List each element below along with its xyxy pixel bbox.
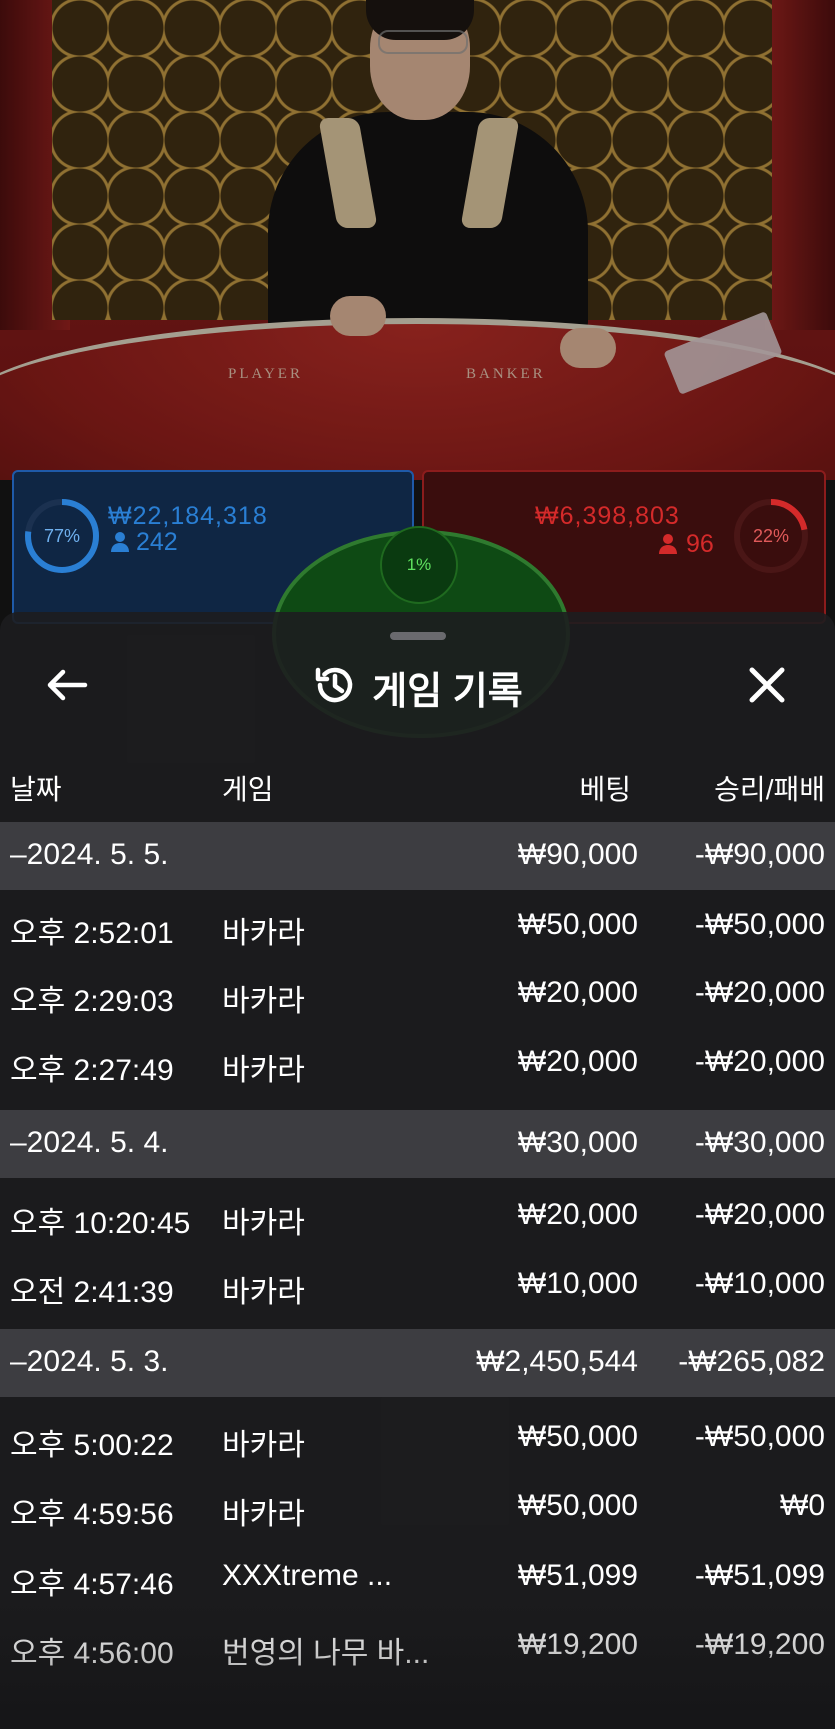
tie-percent: 1% [380,526,458,604]
row-bet: ₩10,000 [517,1267,638,1300]
row-date: –2024. 5. 5. [10,838,169,871]
close-icon [747,665,787,710]
player-user-icon [110,531,130,558]
row-bet: ₩50,000 [517,1489,638,1522]
date-group-row[interactable]: –2024. 5. 5. ₩90,000 -₩90,000 [0,822,835,890]
row-date: –2024. 5. 3. [10,1345,169,1378]
row-game: XXXtreme ... [222,1559,393,1592]
row-bet: ₩50,000 [517,908,638,941]
history-clock-icon [312,662,358,713]
live-video-feed: PLAYER BANKER [0,0,835,480]
row-result: -₩20,000 [694,1045,825,1078]
row-date: 오후 4:56:00 [10,1637,174,1670]
row-date: 오후 2:52:01 [10,917,174,950]
row-bet: ₩50,000 [517,1420,638,1453]
row-result: -₩50,000 [694,1420,825,1453]
row-result: -₩20,000 [694,1198,825,1231]
column-result: 승리/패배 [714,774,825,805]
history-row: 오후 4:56:00 번영의 나무 바... ₩19,200 -₩19,200 [0,1612,835,1680]
row-date: 오후 4:59:56 [10,1498,174,1531]
row-game: 바카라 [222,1207,305,1240]
row-bet: ₩20,000 [517,976,638,1009]
history-row: 오전 2:41:39 바카라 ₩10,000 -₩10,000 [0,1251,835,1319]
history-row: 오후 10:20:45 바카라 ₩20,000 -₩20,000 [0,1182,835,1250]
date-group-row[interactable]: –2024. 5. 3. ₩2,450,544 -₩265,082 [0,1329,835,1397]
history-row: 오후 5:00:22 바카라 ₩50,000 -₩50,000 [0,1404,835,1472]
history-row: 오후 2:27:49 바카라 ₩20,000 -₩20,000 [0,1029,835,1097]
column-game: 게임 [222,774,274,805]
row-result: -₩19,200 [694,1628,825,1661]
row-game: 바카라 [222,985,305,1018]
row-date: 오전 2:41:39 [10,1276,174,1309]
row-bet: ₩90,000 [517,838,638,871]
video-shade [0,0,835,480]
row-date: 오후 4:57:46 [10,1568,174,1601]
row-game: 바카라 [222,1054,305,1087]
row-result: ₩0 [780,1489,825,1522]
banker-user-icon [658,533,678,560]
row-bet: ₩51,099 [517,1559,638,1592]
row-bet: ₩19,200 [517,1628,638,1661]
history-row: 오후 4:57:46 XXXtreme ... ₩51,099 -₩51,099 [0,1543,835,1611]
row-bet: ₩20,000 [517,1045,638,1078]
row-game: 바카라 [222,1498,305,1531]
banker-count: 96 [686,530,714,558]
row-result: -₩30,000 [694,1126,825,1159]
row-date: 오후 2:27:49 [10,1054,174,1087]
row-game: 바카라 [222,1276,305,1309]
row-game: 번영의 나무 바... [222,1637,430,1670]
row-date: 오후 2:29:03 [10,985,174,1018]
row-date: 오후 10:20:45 [10,1207,191,1240]
row-result: -₩265,082 [678,1345,825,1378]
row-game: 바카라 [222,1429,305,1462]
sheet-drag-handle[interactable] [390,632,446,640]
row-bet: ₩30,000 [517,1126,638,1159]
player-bet-amount: ₩22,184,318 [108,502,268,530]
row-date: –2024. 5. 4. [10,1126,169,1159]
row-game: 바카라 [222,917,305,950]
row-date: 오후 5:00:22 [10,1429,174,1462]
row-result: -₩10,000 [694,1267,825,1300]
column-bet: 베팅 [579,774,631,805]
row-bet: ₩2,450,544 [476,1345,638,1378]
history-row: 오후 2:29:03 바카라 ₩20,000 -₩20,000 [0,960,835,1028]
history-row: 오후 4:59:56 바카라 ₩50,000 ₩0 [0,1473,835,1541]
history-row: 오후 2:52:01 바카라 ₩50,000 -₩50,000 [0,892,835,960]
row-result: -₩51,099 [694,1559,825,1592]
close-button[interactable] [740,660,794,714]
sheet-header: 게임 기록 [0,662,835,713]
column-date: 날짜 [10,774,62,805]
row-result: -₩90,000 [694,838,825,871]
banker-bet-amount: ₩6,398,803 [535,502,680,530]
row-bet: ₩20,000 [517,1198,638,1231]
player-count: 242 [136,528,178,556]
banker-percent: 22% [752,525,790,546]
date-group-row[interactable]: –2024. 5. 4. ₩30,000 -₩30,000 [0,1110,835,1178]
sheet-title: 게임 기록 [372,670,523,713]
history-table-header: 날짜 게임 베팅 승리/패배 [0,768,835,812]
player-percent: 77% [43,525,81,546]
row-result: -₩20,000 [694,976,825,1009]
row-result: -₩50,000 [694,908,825,941]
